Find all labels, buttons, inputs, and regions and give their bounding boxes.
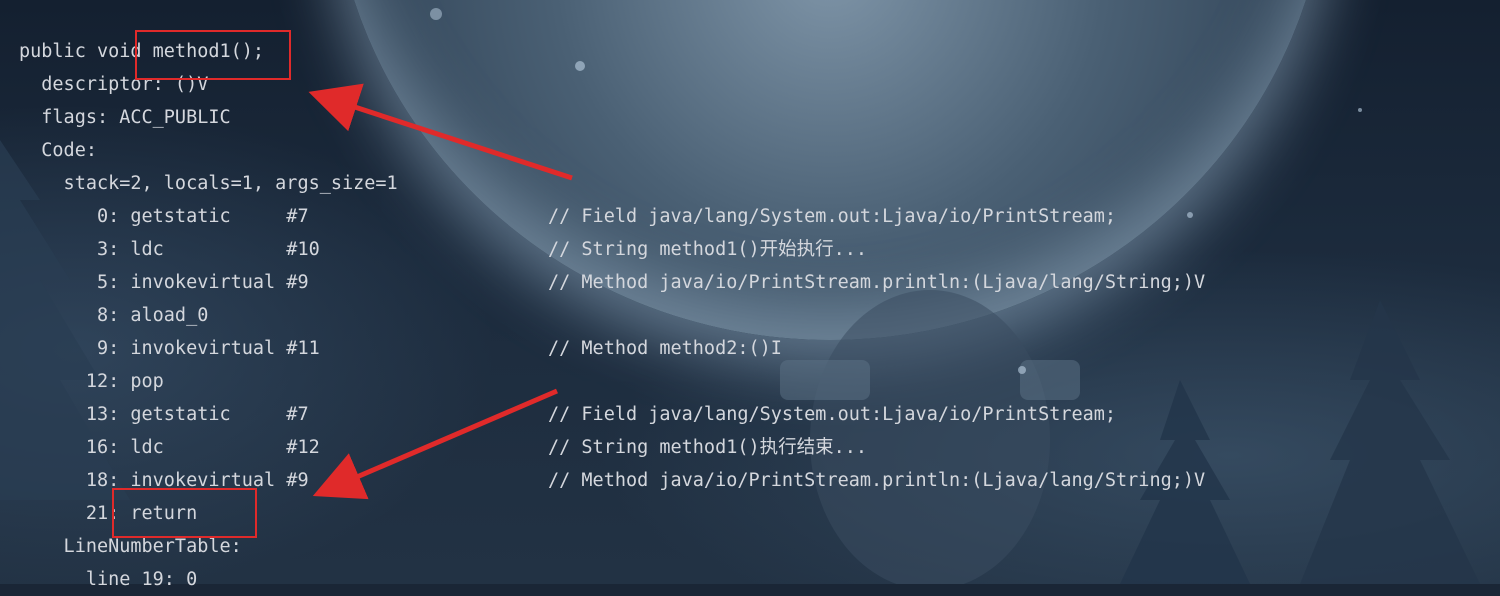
annotation-arrows <box>308 83 573 500</box>
arrow-to-signature <box>308 83 573 181</box>
arrow-to-return <box>312 388 558 500</box>
